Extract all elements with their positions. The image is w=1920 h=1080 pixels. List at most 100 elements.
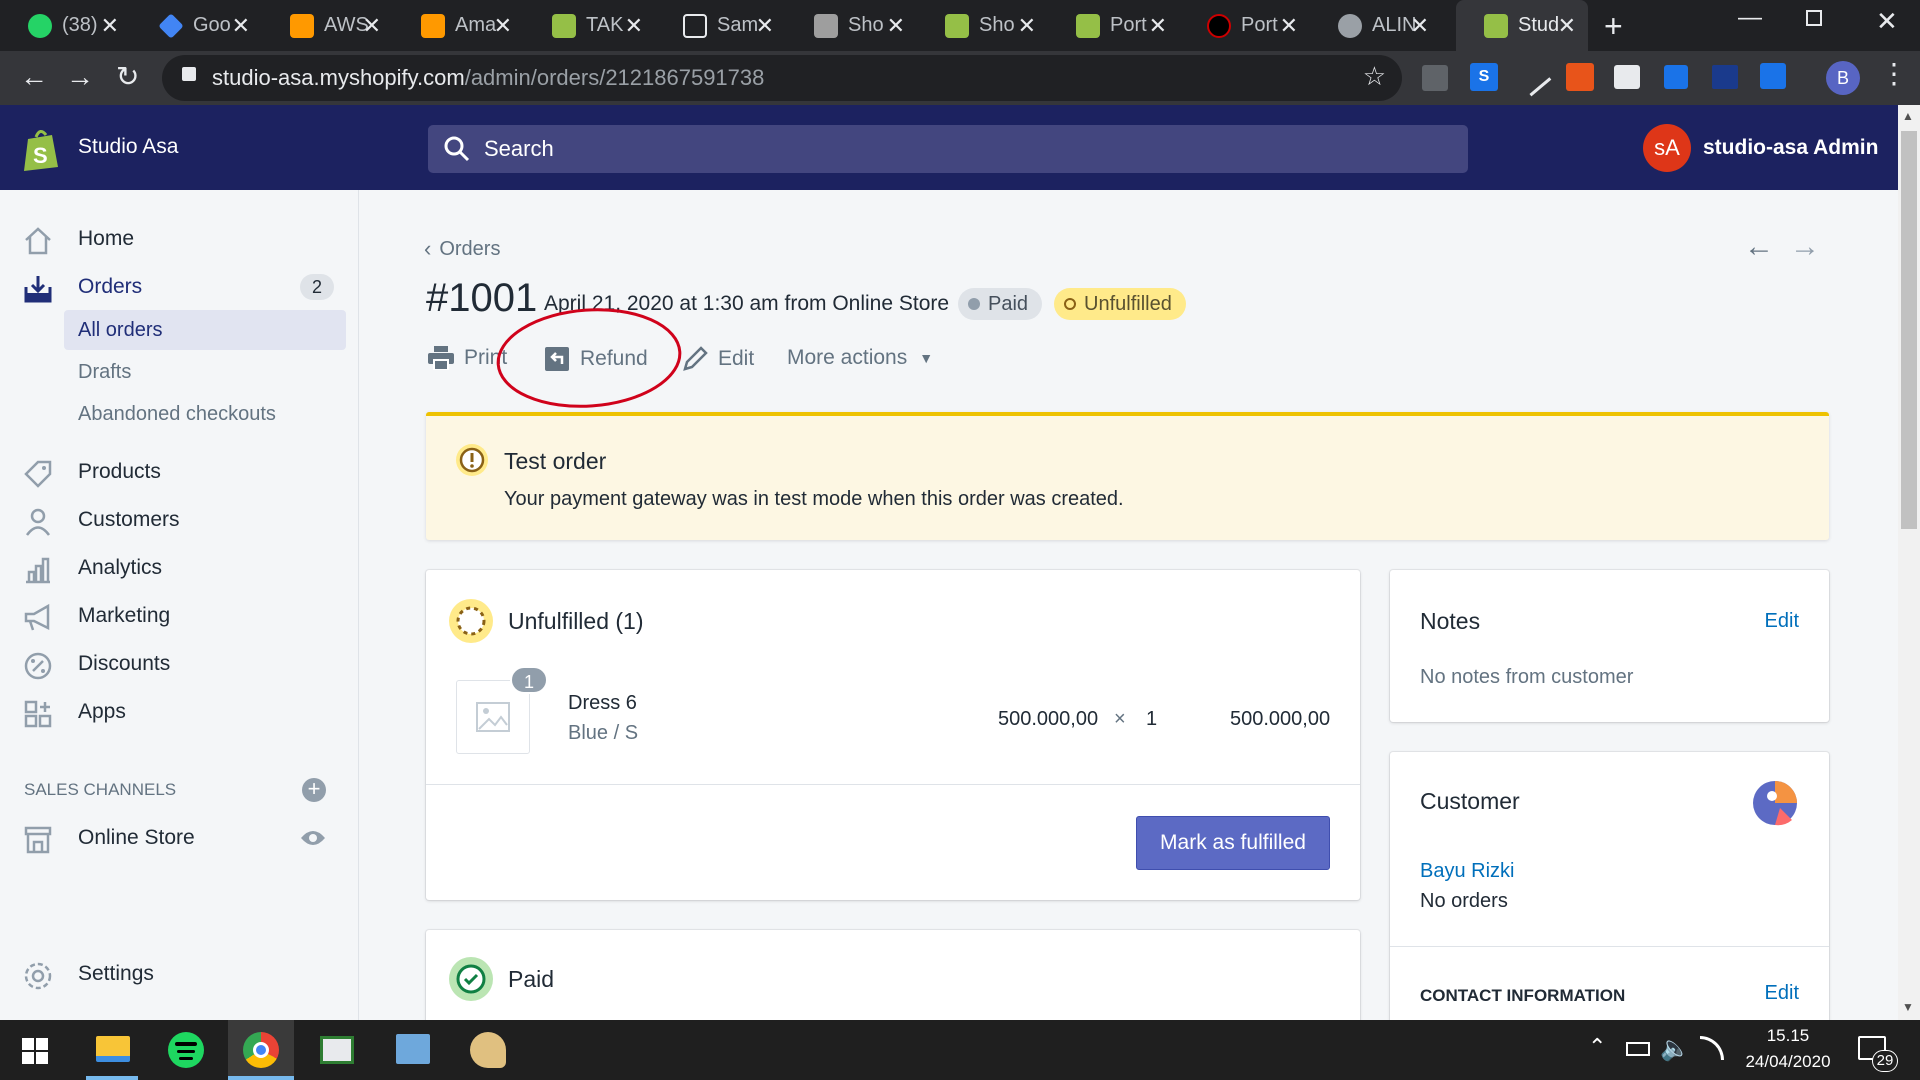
- sidebar-item-discounts[interactable]: Discounts: [0, 642, 359, 686]
- sidebar-item-abandoned-checkouts[interactable]: Abandoned checkouts: [64, 394, 346, 434]
- megaphone-icon: [24, 603, 50, 631]
- app-window-icon[interactable]: [320, 1036, 354, 1064]
- tab-favicon: [552, 13, 576, 38]
- admin-name[interactable]: studio-asa Admin: [1703, 136, 1878, 160]
- close-icon[interactable]: ✕: [363, 13, 381, 39]
- browser-tab-active[interactable]: Stud ✕: [1456, 0, 1588, 51]
- product-name-link[interactable]: Dress 6: [568, 692, 637, 715]
- browser-tab[interactable]: TAK ✕: [524, 0, 655, 51]
- bookmark-star-icon[interactable]: ☆: [1363, 61, 1386, 92]
- profile-avatar[interactable]: B: [1826, 61, 1860, 95]
- browser-tab[interactable]: Goo ✕: [131, 0, 262, 51]
- previous-order-arrow-icon[interactable]: ←: [1744, 230, 1774, 264]
- page-scrollbar[interactable]: ▲ ▼: [1898, 105, 1920, 1020]
- scrollbar-thumb[interactable]: [1901, 131, 1917, 529]
- browser-tab-strip: (38) ✕ Goo ✕ AWS ✕ Ama ✕ TAK ✕ Sam ✕ Sho ✕ Sho ✕…: [0, 0, 1920, 51]
- close-icon[interactable]: ✕: [1280, 13, 1298, 39]
- sidebar-item-customers[interactable]: Customers: [0, 498, 359, 542]
- edit-order-button[interactable]: Edit: [682, 346, 754, 372]
- browser-tab[interactable]: AWS ✕: [262, 0, 393, 51]
- menu-kebab-icon[interactable]: ⋮: [1880, 59, 1908, 89]
- browser-tab[interactable]: Sho ✕: [917, 0, 1048, 51]
- new-tab-button[interactable]: +: [1604, 8, 1623, 45]
- extension-icon[interactable]: [1566, 63, 1594, 91]
- address-bar[interactable]: studio-asa.myshopify.com/admin/orders/21…: [162, 55, 1402, 101]
- battery-icon[interactable]: [1626, 1042, 1650, 1056]
- sidebar-item-settings[interactable]: Settings: [0, 952, 359, 996]
- sidebar-item-orders[interactable]: Orders 2: [0, 265, 359, 309]
- sidebar-item-analytics[interactable]: Analytics: [0, 546, 359, 590]
- close-icon[interactable]: ✕: [1149, 13, 1167, 39]
- close-icon[interactable]: ✕: [1411, 13, 1429, 39]
- close-icon[interactable]: ✕: [101, 13, 119, 39]
- avatar[interactable]: sA: [1643, 124, 1691, 172]
- close-icon[interactable]: ✕: [494, 13, 512, 39]
- sidebar-item-online-store[interactable]: Online Store: [0, 816, 359, 860]
- browser-tab[interactable]: Ama ✕: [393, 0, 524, 51]
- close-icon[interactable]: ✕: [625, 13, 643, 39]
- close-icon[interactable]: ✕: [1018, 13, 1036, 39]
- line-total: 500.000,00: [1230, 708, 1331, 730]
- volume-icon[interactable]: 🔈: [1660, 1034, 1690, 1063]
- chevron-up-icon[interactable]: ⌃: [1588, 1034, 1606, 1060]
- scroll-down-icon[interactable]: ▼: [1902, 1000, 1914, 1014]
- sidebar-item-products[interactable]: Products: [0, 450, 359, 494]
- sidebar-item-apps[interactable]: Apps: [0, 690, 359, 734]
- extension-icon[interactable]: [1614, 65, 1640, 89]
- edit-contact-link[interactable]: Edit: [1765, 982, 1799, 1005]
- extension-icon[interactable]: [1712, 65, 1738, 89]
- tab-favicon: [158, 12, 184, 39]
- paint-icon[interactable]: [470, 1032, 506, 1068]
- extension-icon[interactable]: [1760, 63, 1786, 89]
- customer-name-link[interactable]: Bayu Rizki: [1420, 860, 1514, 883]
- shopify-logo-icon: S: [24, 130, 58, 171]
- sidebar-item-drafts[interactable]: Drafts: [64, 352, 346, 392]
- close-icon[interactable]: ✕: [1558, 13, 1576, 39]
- breadcrumb[interactable]: ‹ Orders: [424, 236, 500, 262]
- windows-start-icon[interactable]: [22, 1038, 48, 1064]
- control-panel-icon[interactable]: [396, 1034, 430, 1064]
- lock-icon: [182, 67, 196, 81]
- extension-pen-icon[interactable]: [1514, 59, 1552, 97]
- close-icon[interactable]: ✕: [756, 13, 774, 39]
- sidebar-item-all-orders[interactable]: All orders: [64, 310, 346, 350]
- extension-icon[interactable]: [1664, 65, 1688, 89]
- discount-icon: [24, 652, 52, 680]
- windows-taskbar: ⌃ 🔈 15.15 24/04/2020 29: [0, 1020, 1920, 1080]
- sidebar-item-home[interactable]: Home: [0, 217, 359, 261]
- back-icon[interactable]: ←: [20, 61, 48, 93]
- more-actions-dropdown[interactable]: More actions ▼: [787, 346, 933, 370]
- extension-icon[interactable]: [1422, 65, 1448, 91]
- chrome-taskbar-button[interactable]: [228, 1020, 294, 1080]
- spotify-icon[interactable]: [168, 1032, 204, 1068]
- add-channel-icon[interactable]: +: [302, 778, 326, 802]
- tab-favicon: [1207, 13, 1231, 38]
- orders-icon: [24, 276, 52, 303]
- browser-tab[interactable]: ALIN ✕: [1310, 0, 1441, 51]
- wifi-icon[interactable]: [1700, 1036, 1724, 1060]
- close-icon[interactable]: ✕: [887, 13, 905, 39]
- edit-notes-link[interactable]: Edit: [1765, 610, 1799, 633]
- file-explorer-icon[interactable]: [96, 1036, 130, 1062]
- eye-icon[interactable]: [300, 828, 326, 848]
- extension-s-icon[interactable]: S: [1470, 63, 1498, 91]
- browser-tab[interactable]: (38) ✕: [0, 0, 131, 51]
- reload-icon[interactable]: ↻: [116, 60, 139, 93]
- mark-as-fulfilled-button[interactable]: Mark as fulfilled: [1136, 816, 1330, 870]
- browser-tab[interactable]: Sam ✕: [655, 0, 786, 51]
- search-input[interactable]: Search: [428, 125, 1468, 173]
- browser-tab[interactable]: Port ✕: [1048, 0, 1179, 51]
- minimize-button[interactable]: —: [1738, 4, 1762, 32]
- scroll-up-icon[interactable]: ▲: [1902, 109, 1914, 123]
- clock[interactable]: 15.15 24/04/2020: [1736, 1026, 1840, 1072]
- browser-tab[interactable]: Port ✕: [1179, 0, 1310, 51]
- customer-icon: [25, 508, 51, 536]
- restore-button[interactable]: [1806, 10, 1822, 26]
- close-window-button[interactable]: ✕: [1876, 6, 1898, 37]
- next-order-arrow-icon[interactable]: →: [1790, 230, 1820, 264]
- store-name[interactable]: Studio Asa: [78, 135, 178, 159]
- sidebar-item-marketing[interactable]: Marketing: [0, 594, 359, 638]
- close-icon[interactable]: ✕: [232, 13, 250, 39]
- forward-icon[interactable]: →: [66, 61, 94, 93]
- browser-tab[interactable]: Sho ✕: [786, 0, 917, 51]
